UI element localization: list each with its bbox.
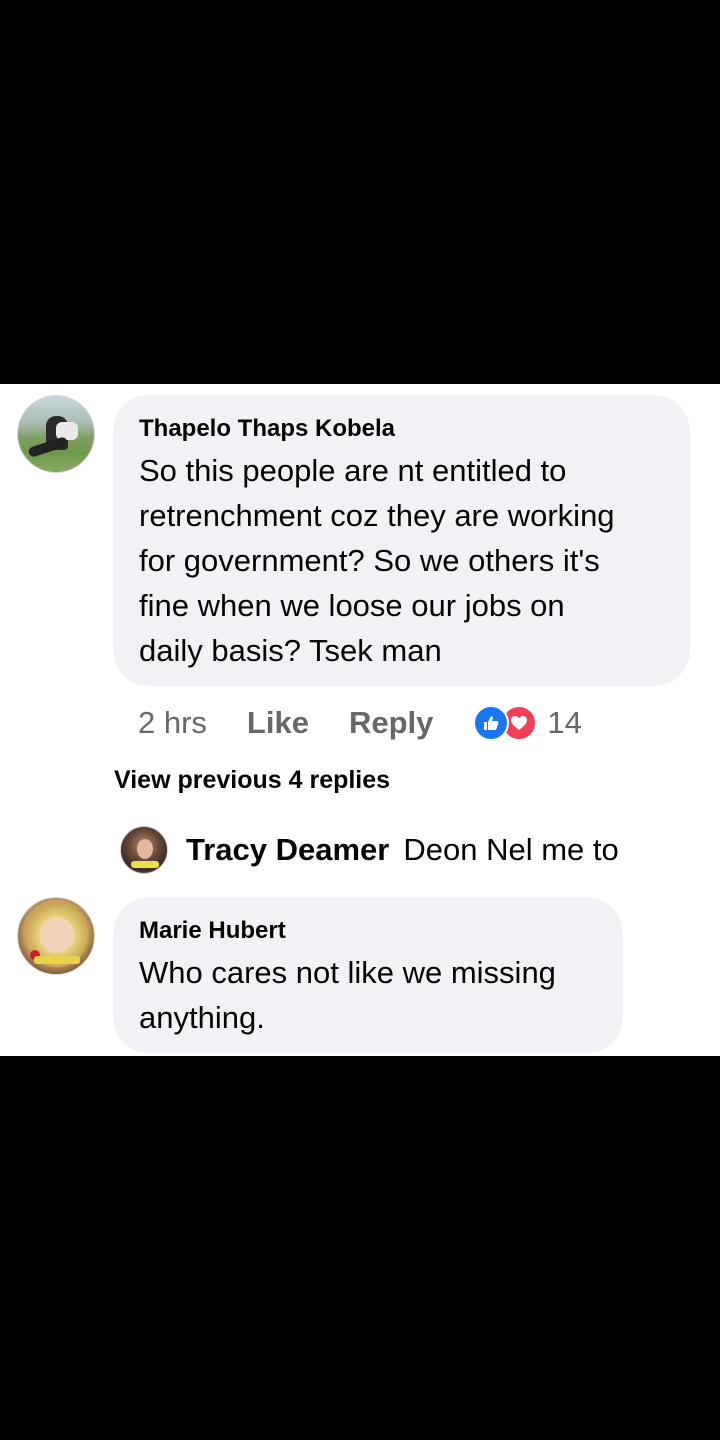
comment-actions: 2 hrs Like Reply 14: [138, 698, 582, 748]
reactions-summary[interactable]: 14: [473, 705, 582, 741]
reaction-count: 14: [547, 705, 582, 740]
video-area-bottom: [0, 1056, 720, 1440]
view-previous-replies-link[interactable]: View previous 4 replies: [114, 766, 390, 795]
comment-text-line: daily basis? Tsek man: [139, 633, 442, 668]
like-button[interactable]: Like: [247, 705, 309, 741]
reply-preview[interactable]: Tracy Deamer Deon Nel me to: [186, 830, 619, 870]
comment-author[interactable]: Thapelo Thaps Kobela: [139, 412, 664, 446]
comment-text-line: anything.: [139, 1000, 265, 1035]
comment-text: So this people are nt entitled to retren…: [139, 448, 664, 673]
avatar-marie[interactable]: [17, 897, 95, 975]
like-icon: [473, 705, 510, 741]
avatar-tracy[interactable]: [120, 826, 168, 874]
comment-timestamp[interactable]: 2 hrs: [138, 705, 207, 741]
reply-button[interactable]: Reply: [349, 705, 433, 741]
comment-text: Who cares not like we missing anything.: [139, 950, 597, 1040]
comment-text-line: for government? So we others it's: [139, 543, 600, 578]
screen: Thapelo Thaps Kobela So this people are …: [0, 0, 720, 1440]
video-area-top: [0, 0, 720, 384]
reply-text: Deon Nel me to: [403, 832, 619, 867]
comment-bubble[interactable]: Thapelo Thaps Kobela So this people are …: [113, 395, 690, 686]
reply-author[interactable]: Tracy Deamer: [186, 832, 389, 867]
avatar-thapelo[interactable]: [17, 395, 95, 473]
comment-text-line: fine when we loose our jobs on: [139, 588, 565, 623]
comment-text-line: retrenchment coz they are working: [139, 498, 615, 533]
comment-author[interactable]: Marie Hubert: [139, 914, 597, 948]
comment-text-line: Who cares not like we missing: [139, 955, 556, 990]
comment-text-line: So this people are nt entitled to: [139, 453, 567, 488]
comments-panel: Thapelo Thaps Kobela So this people are …: [0, 384, 720, 1056]
comment-bubble[interactable]: Marie Hubert Who cares not like we missi…: [113, 897, 623, 1053]
